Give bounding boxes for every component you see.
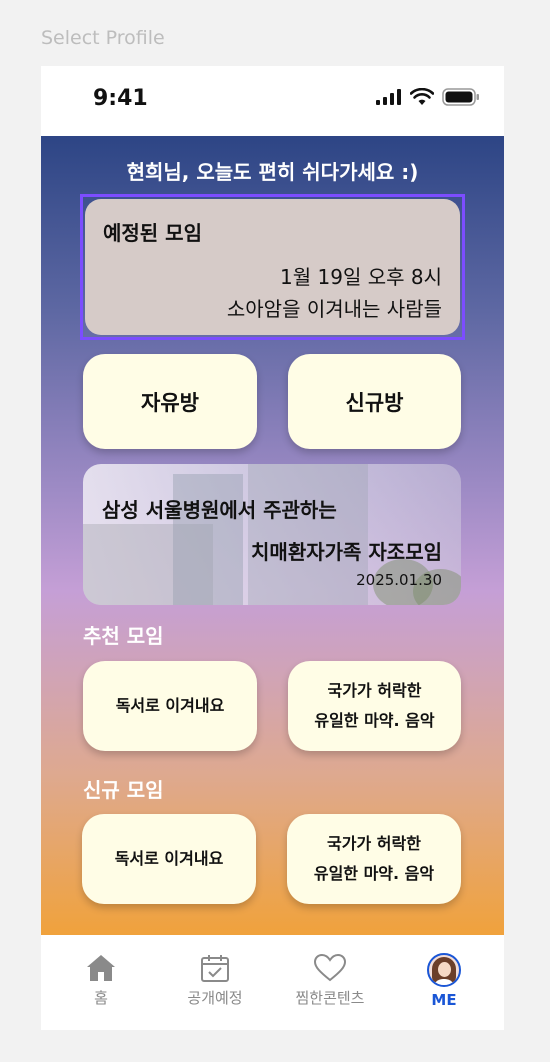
calendar-check-icon	[201, 955, 229, 982]
upcoming-meeting-name: 소아암을 이겨내는 사람들	[226, 297, 442, 321]
tab-upcoming[interactable]: 공개예정	[160, 953, 270, 1008]
heart-icon	[313, 953, 347, 982]
new-meeting-card[interactable]: 국가가 허락한 유일한 마약. 음악	[287, 814, 461, 904]
tab-favorites-label: 찜한콘텐츠	[295, 989, 365, 1007]
signal-icon	[376, 89, 401, 105]
upcoming-meeting-date: 1월 19일 오후 8시	[280, 265, 442, 289]
banner-date: 2025.01.30	[356, 571, 442, 589]
banner-title-line1: 삼성 서울병원에서 주관하는	[102, 498, 337, 522]
home-icon	[87, 955, 115, 981]
recommended-meeting-card[interactable]: 독서로 이겨내요	[83, 661, 257, 751]
phone-frame: 9:41 현희님, 오늘도 편히 쉬다가세요 :) 예정된 모임 1월 19일 …	[41, 66, 504, 1030]
tab-home-label: 홈	[94, 989, 108, 1007]
hospital-banner[interactable]: 삼성 서울병원에서 주관하는 치매환자가족 자조모임 2025.01.30	[83, 464, 461, 605]
tab-me[interactable]: ME	[389, 953, 499, 1009]
tab-favorites[interactable]: 찜한콘텐츠	[275, 953, 385, 1008]
greeting-text: 현희님, 오늘도 편히 쉬다가세요 :)	[126, 160, 419, 184]
meeting-card-label: 국가가 허락한	[327, 834, 421, 853]
battery-icon	[442, 88, 479, 106]
status-time: 9:41	[93, 86, 148, 111]
tab-upcoming-label: 공개예정	[187, 989, 243, 1007]
bottom-tab-bar: 홈 공개예정 찜한콘텐츠 ME	[41, 935, 504, 1030]
tab-me-label: ME	[431, 991, 457, 1009]
meeting-card-label: 독서로 이겨내요	[114, 849, 224, 868]
meeting-card-label: 유일한 마약. 음악	[313, 864, 435, 883]
recommended-meeting-card[interactable]: 국가가 허락한 유일한 마약. 음악	[288, 661, 461, 751]
recommended-section-title: 추천 모임	[83, 624, 164, 648]
new-room-button[interactable]: 신규방	[288, 354, 461, 449]
status-icons	[376, 88, 480, 106]
upcoming-meeting-card[interactable]: 예정된 모임 1월 19일 오후 8시 소아암을 이겨내는 사람들	[85, 199, 460, 335]
upcoming-meeting-selection[interactable]: 예정된 모임 1월 19일 오후 8시 소아암을 이겨내는 사람들	[80, 194, 465, 340]
banner-title-line2: 치매환자가족 자조모임	[251, 540, 442, 564]
avatar	[427, 953, 461, 987]
meeting-card-label: 국가가 허락한	[327, 681, 422, 700]
wifi-icon	[410, 88, 434, 105]
status-bar: 9:41	[41, 66, 504, 136]
new-meetings-section-title: 신규 모임	[83, 778, 164, 802]
free-room-button[interactable]: 자유방	[83, 354, 257, 449]
meeting-card-label: 독서로 이겨내요	[115, 696, 225, 715]
upcoming-meeting-title: 예정된 모임	[103, 221, 202, 245]
building-image	[248, 464, 368, 605]
frame-label: Select Profile	[41, 27, 165, 49]
tab-home[interactable]: 홈	[46, 953, 156, 1008]
meeting-card-label: 유일한 마약. 음악	[314, 711, 435, 730]
main-content: 현희님, 오늘도 편히 쉬다가세요 :) 예정된 모임 1월 19일 오후 8시…	[41, 136, 504, 935]
new-meeting-card[interactable]: 독서로 이겨내요	[82, 814, 256, 904]
